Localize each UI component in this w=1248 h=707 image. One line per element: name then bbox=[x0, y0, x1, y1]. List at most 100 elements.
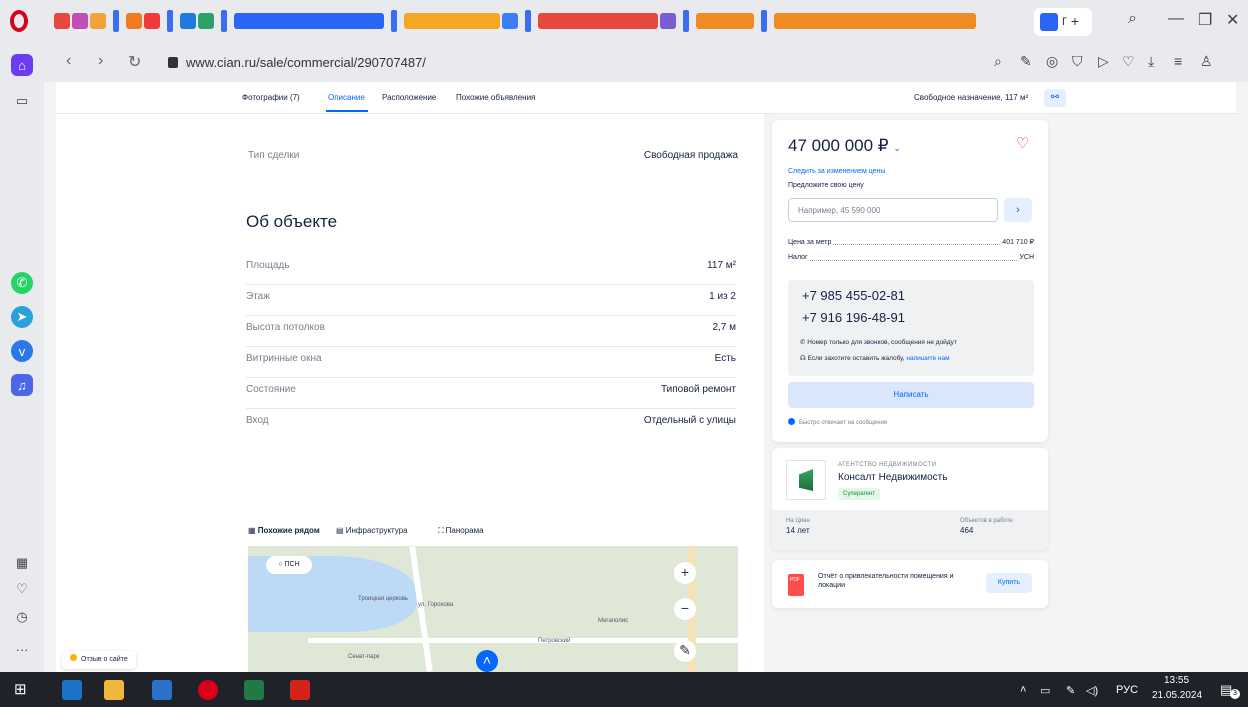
attribute-value: Отдельный с улицы bbox=[643, 415, 736, 426]
follow-price-link[interactable]: Следить за изменением цены bbox=[788, 168, 885, 175]
telegram-icon[interactable]: ➤ bbox=[11, 306, 33, 328]
network-icon[interactable]: ▭ bbox=[1040, 684, 1050, 697]
price-text: 47 000 000 ₽ bbox=[788, 136, 889, 155]
tab-group-pinned[interactable] bbox=[774, 13, 976, 29]
tab-favicon-mail[interactable] bbox=[54, 13, 70, 29]
apps-icon[interactable]: ▦ bbox=[11, 552, 33, 574]
tab-group-marker bbox=[525, 10, 531, 32]
price-per-meter-row: Цена за метр 401 710 ₽ bbox=[788, 238, 1034, 247]
back-icon[interactable]: ‹ bbox=[66, 52, 71, 70]
outlook-icon[interactable] bbox=[62, 680, 82, 700]
subnav-photos[interactable]: Фотографии (7) bbox=[242, 93, 300, 102]
tab-group-marker bbox=[683, 10, 689, 32]
fast-reply-text: Быстро отвечает на сообщения bbox=[799, 420, 888, 426]
tab-group-orange[interactable] bbox=[696, 13, 754, 29]
tab-group-mixed[interactable] bbox=[538, 13, 658, 29]
player-icon[interactable]: ♫ bbox=[11, 374, 33, 396]
agent-logo bbox=[786, 460, 826, 500]
volume-icon[interactable]: ◁) bbox=[1086, 684, 1098, 697]
ruler-icon[interactable]: ✎ bbox=[674, 640, 696, 662]
opera-icon[interactable] bbox=[198, 680, 218, 700]
dotted-leader bbox=[809, 255, 1018, 261]
map-tab-panorama[interactable]: ⛶ Панорама bbox=[438, 526, 498, 535]
agent-name[interactable]: Консалт Недвижимость bbox=[838, 472, 947, 483]
tax-value: УСН bbox=[1019, 254, 1034, 261]
complaint-link[interactable]: напишите нам bbox=[906, 355, 949, 362]
feedback-button[interactable]: Отзыв о сайте bbox=[62, 651, 136, 669]
tab-favicon-cian[interactable] bbox=[180, 13, 196, 29]
minimize-icon[interactable]: — bbox=[1168, 10, 1184, 28]
tab-favicon-avito[interactable] bbox=[144, 13, 160, 29]
new-tab-button[interactable]: + bbox=[1066, 12, 1084, 30]
map-filter-psn[interactable]: ○ ПСН bbox=[266, 556, 312, 574]
tab-favicon-windows[interactable] bbox=[660, 13, 676, 29]
vpn-icon[interactable]: ⛉ bbox=[1072, 53, 1083, 70]
listing-main: Тип сделки Свободная продажа Об объекте … bbox=[56, 114, 764, 672]
excel-icon[interactable] bbox=[244, 680, 264, 700]
windows-start-icon[interactable]: ⊞ bbox=[14, 680, 34, 700]
wallet-icon[interactable]: ▭ bbox=[11, 90, 33, 112]
agent-card[interactable]: АГЕНТСТВО НЕДВИЖИМОСТИ Консалт Недвижимо… bbox=[772, 448, 1048, 550]
heart-icon[interactable]: ♡ bbox=[11, 578, 33, 600]
close-icon[interactable]: ✕ bbox=[1226, 10, 1239, 30]
heart-icon[interactable]: ♡ bbox=[1122, 53, 1135, 70]
favorite-heart-icon[interactable]: ♡ bbox=[1016, 134, 1029, 152]
price-value: 47 000 000 ₽ ⌄ bbox=[788, 136, 901, 156]
offer-submit-button[interactable]: › bbox=[1004, 198, 1032, 222]
zoom-out-button[interactable]: − bbox=[674, 598, 696, 620]
subnav-similar[interactable]: Похожие объявления bbox=[456, 93, 535, 102]
map-tab-infrastructure[interactable]: ▤ Инфраструктура bbox=[336, 526, 422, 535]
url-field[interactable]: www.cian.ru/sale/commercial/290707487/ bbox=[186, 55, 426, 70]
tab-favicon-yandex-ads[interactable] bbox=[198, 13, 214, 29]
tab-group-yandex[interactable] bbox=[404, 13, 500, 29]
reload-icon[interactable]: ↻ bbox=[128, 52, 141, 72]
forward-icon[interactable]: › bbox=[98, 52, 103, 70]
send-icon[interactable]: ▷ bbox=[1098, 53, 1109, 70]
compare-icon[interactable]: ⚯ bbox=[1044, 89, 1066, 107]
offer-price-input[interactable]: Например, 45 590 000 bbox=[788, 198, 998, 222]
agent-years: На Циан 14 лет bbox=[786, 518, 810, 535]
whatsapp-icon[interactable]: ✆ bbox=[11, 272, 33, 294]
chevron-down-icon[interactable]: ⌄ bbox=[893, 143, 901, 153]
agent-objects: Объектов в работе 464 bbox=[960, 518, 1013, 535]
zoom-in-button[interactable]: + bbox=[674, 562, 696, 584]
location-map[interactable]: ○ ПСН Троицкая церковь ул. Горохова Мега… bbox=[248, 546, 738, 672]
tab-favicon-music[interactable] bbox=[72, 13, 88, 29]
camera-icon[interactable]: ◎ bbox=[1046, 53, 1058, 70]
subnav-location[interactable]: Расположение bbox=[382, 93, 436, 102]
deal-type-label: Тип сделки bbox=[248, 150, 300, 161]
app-chart-icon[interactable] bbox=[104, 680, 124, 700]
language-indicator[interactable]: РУС bbox=[1116, 684, 1138, 696]
more-icon[interactable]: ··· bbox=[11, 638, 33, 660]
edit-icon[interactable]: ✎ bbox=[1020, 53, 1032, 70]
calls-only-text: Номер только для звонков, сообщения не д… bbox=[807, 339, 957, 346]
map-scroll-up-icon[interactable]: ˄ bbox=[476, 650, 498, 672]
file-explorer-icon[interactable] bbox=[152, 680, 172, 700]
tab-favicon-vk[interactable] bbox=[502, 13, 518, 29]
profile-icon[interactable]: ♙ bbox=[1200, 53, 1213, 70]
download-icon[interactable]: ⤓ bbox=[1148, 53, 1154, 70]
vk-icon[interactable]: v bbox=[11, 340, 33, 362]
opera-logo-icon[interactable] bbox=[10, 10, 28, 32]
map-tab-similar[interactable]: ▦ Похожие рядом bbox=[248, 526, 320, 535]
subnav-description[interactable]: Описание bbox=[328, 93, 365, 102]
home-icon[interactable]: ⌂ bbox=[11, 54, 33, 76]
phone-number[interactable]: +7 985 455-02-81 bbox=[802, 288, 905, 303]
write-message-button[interactable]: Написать bbox=[788, 382, 1034, 408]
tab-favicon-yandex[interactable] bbox=[90, 13, 106, 29]
acrobat-icon[interactable] bbox=[290, 680, 310, 700]
menu-icon[interactable]: ≡ bbox=[1174, 53, 1182, 69]
search-icon[interactable]: ⌕ bbox=[994, 53, 1002, 70]
tray-chevron-icon[interactable]: ˄ bbox=[1020, 684, 1026, 696]
history-icon[interactable]: ◷ bbox=[11, 606, 33, 628]
tab-favicon-ok[interactable] bbox=[126, 13, 142, 29]
buy-report-button[interactable]: Купить bbox=[986, 573, 1032, 593]
attribute-label: Высота потолков bbox=[246, 322, 325, 333]
about-title: Об объекте bbox=[246, 212, 338, 231]
tab-search-icon[interactable]: ⌕ bbox=[1128, 10, 1137, 28]
restore-icon[interactable]: ❐ bbox=[1198, 10, 1212, 30]
tab-group-cian[interactable] bbox=[234, 13, 384, 29]
pen-icon[interactable]: ✎ bbox=[1066, 684, 1075, 697]
offer-price-label: Предложите свою цену bbox=[788, 182, 864, 189]
phone-number[interactable]: +7 916 196-48-91 bbox=[802, 310, 905, 325]
